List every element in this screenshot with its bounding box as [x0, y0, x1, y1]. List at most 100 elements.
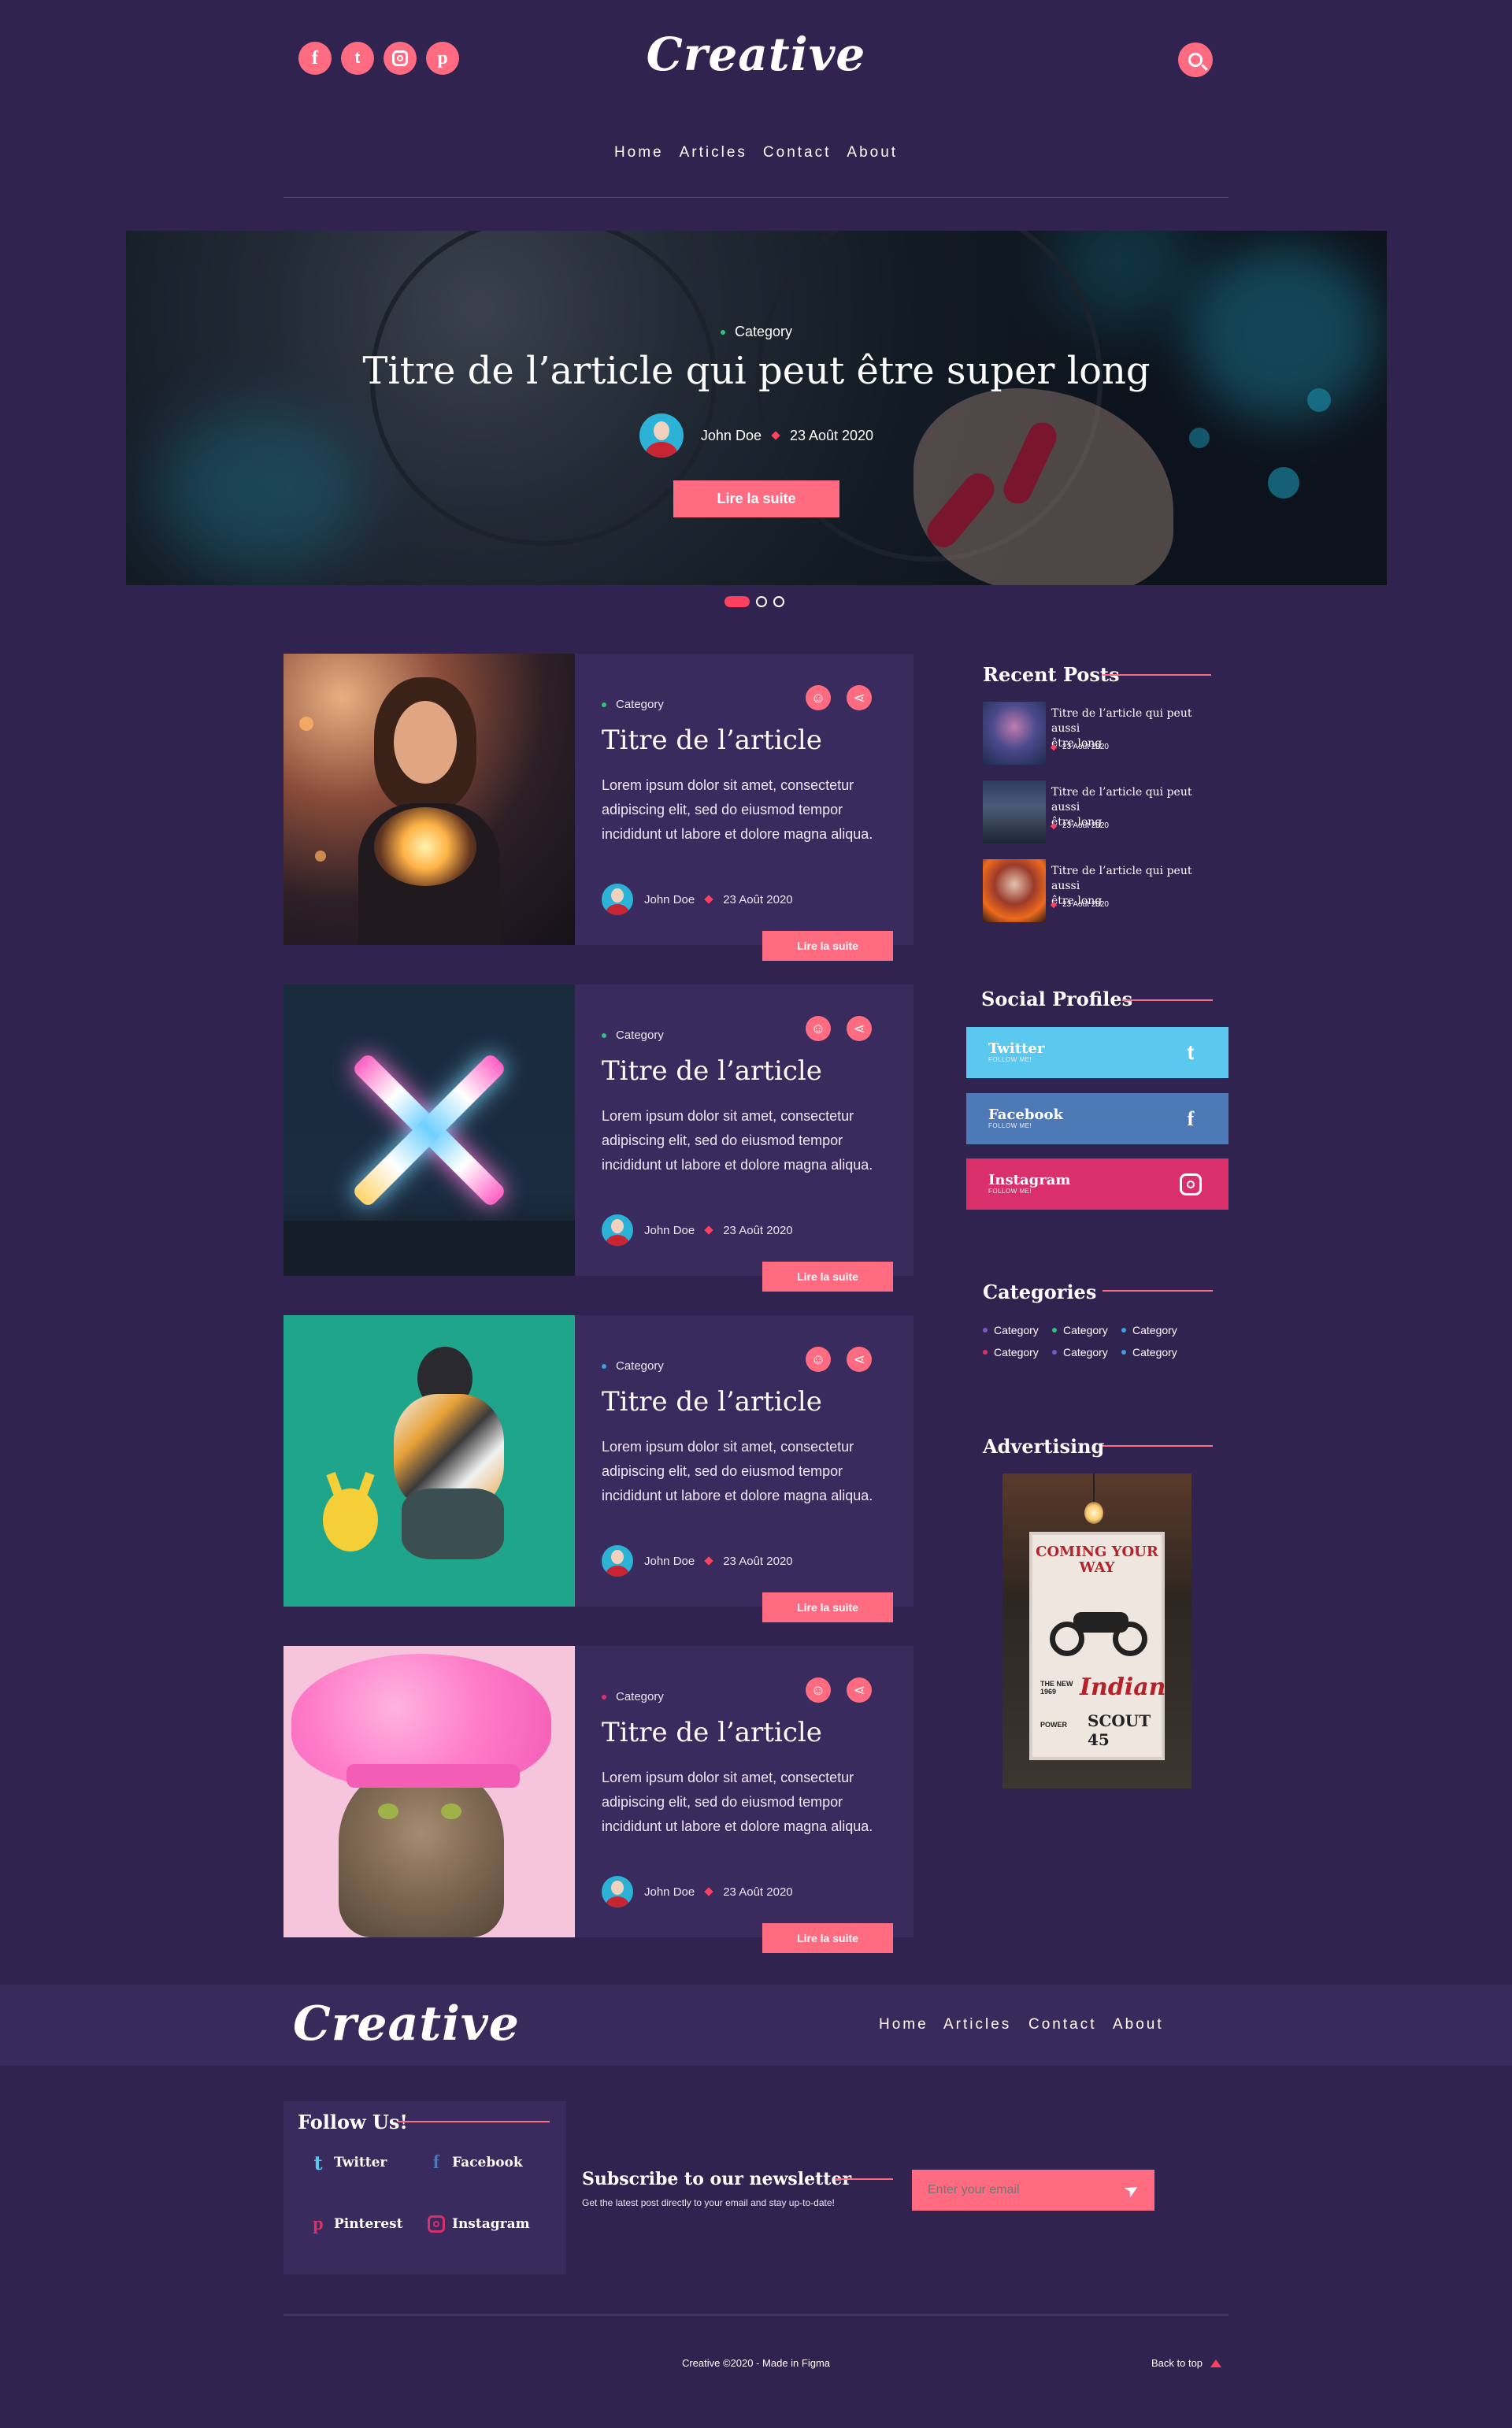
footer-nav-about[interactable]: About	[1113, 2016, 1164, 2033]
avatar	[602, 884, 633, 915]
recent-post[interactable]: Titre de l’article qui peut aussi être lo…	[983, 780, 1219, 843]
meta-separator	[704, 1887, 713, 1896]
hero-banner: Category Titre de l’article qui peut êtr…	[126, 231, 1387, 585]
hero-category[interactable]: Category	[126, 324, 1387, 340]
brand-logo[interactable]: Creative	[622, 28, 890, 81]
article-category[interactable]: Category	[602, 1690, 664, 1703]
read-more-button[interactable]: Lire la suite	[762, 1592, 893, 1622]
twitter-icon[interactable]: t	[341, 42, 374, 75]
title-underline	[1102, 1445, 1213, 1447]
article-date: 23 Août 2020	[723, 1885, 793, 1899]
instagram-icon[interactable]	[384, 42, 417, 75]
follow-twitter[interactable]: t Twitter	[307, 2152, 387, 2174]
article-card: ☺ ⋖ Category Titre de l’article Lorem ip…	[284, 1315, 914, 1622]
article-panel: ☺ ⋖ Category Titre de l’article Lorem ip…	[575, 1315, 914, 1607]
article-title[interactable]: Titre de l’article	[602, 725, 822, 756]
facebook-icon: f	[433, 2152, 439, 2173]
article-author[interactable]: John Doe	[644, 1224, 695, 1237]
comment-icon[interactable]: ☺	[806, 1347, 831, 1372]
footer-brand-logo[interactable]: Creative	[293, 1996, 520, 2052]
carousel-dot-1[interactable]	[724, 596, 750, 607]
social-profile-instagram[interactable]: Instagram FOLLOW ME!	[966, 1158, 1228, 1210]
recent-post-date: 23 Août 2020	[1050, 821, 1109, 830]
article-author[interactable]: John Doe	[644, 1885, 695, 1899]
hero-author[interactable]: John Doe	[701, 428, 762, 444]
advertising-banner[interactable]: COMING YOUR WAY THE NEW 1969 Indian POWE…	[1002, 1473, 1191, 1789]
send-icon[interactable]: ➤	[1120, 2178, 1143, 2203]
footer-nav-articles[interactable]: Articles	[943, 2016, 1011, 2033]
article-category[interactable]: Category	[602, 1359, 664, 1373]
category-link[interactable]: Category	[1052, 1346, 1108, 1359]
recent-post[interactable]: Titre de l’article qui peut aussi être lo…	[983, 859, 1219, 922]
pinterest-icon[interactable]: p	[426, 42, 459, 75]
recent-post-date: 23 Août 2020	[1050, 743, 1109, 751]
recent-post-date: 23 Août 2020	[1050, 900, 1109, 909]
follow-facebook[interactable]: f Facebook	[425, 2152, 523, 2174]
share-icon[interactable]: ⋖	[847, 1677, 872, 1703]
article-card: ☺ ⋖ Category Titre de l’article Lorem ip…	[284, 984, 914, 1292]
article-image[interactable]	[284, 1315, 575, 1607]
pinterest-icon: p	[313, 2213, 324, 2234]
share-icon[interactable]: ⋖	[847, 1016, 872, 1041]
article-excerpt: Lorem ipsum dolor sit amet, consectetur …	[602, 1770, 873, 1834]
article-image[interactable]	[284, 984, 575, 1276]
article-date: 23 Août 2020	[723, 1223, 793, 1237]
ad-headline: COMING YOUR WAY	[1036, 1544, 1158, 1576]
article-excerpt: Lorem ipsum dolor sit amet, consectetur …	[602, 1108, 873, 1173]
carousel-dot-2[interactable]	[756, 596, 767, 607]
nav-about[interactable]: About	[847, 144, 898, 161]
article-author[interactable]: John Doe	[644, 1555, 695, 1568]
recent-posts-title: Recent Posts	[983, 663, 1120, 686]
article-category[interactable]: Category	[602, 1029, 664, 1042]
avatar	[602, 1214, 633, 1246]
share-icon[interactable]: ⋖	[847, 685, 872, 710]
nav-contact[interactable]: Contact	[763, 144, 831, 161]
category-link[interactable]: Category	[1052, 1324, 1108, 1336]
carousel-dot-3[interactable]	[773, 596, 784, 607]
ad-power: POWER	[1040, 1721, 1068, 1729]
search-icon[interactable]	[1178, 43, 1213, 77]
footer-nav-home[interactable]: Home	[879, 2016, 928, 2033]
ad-brand: Indian	[1080, 1674, 1166, 1701]
follow-pinterest[interactable]: p Pinterest	[307, 2213, 402, 2235]
article-title[interactable]: Titre de l’article	[602, 1055, 822, 1087]
comment-icon[interactable]: ☺	[806, 1677, 831, 1703]
comment-icon[interactable]: ☺	[806, 1016, 831, 1041]
hero-read-more-button[interactable]: Lire la suite	[673, 480, 839, 517]
instagram-icon	[1178, 1172, 1203, 1197]
share-icon[interactable]: ⋖	[847, 1347, 872, 1372]
title-underline	[1102, 674, 1211, 676]
read-more-button[interactable]: Lire la suite	[762, 1262, 893, 1292]
category-link[interactable]: Category	[1121, 1324, 1177, 1336]
article-title[interactable]: Titre de l’article	[602, 1386, 822, 1418]
facebook-icon[interactable]: f	[298, 42, 332, 75]
article-title[interactable]: Titre de l’article	[602, 1717, 822, 1748]
follow-us-box: Follow Us! t Twitter f Facebook p Pinterest…	[284, 2101, 566, 2274]
social-profile-twitter[interactable]: Twitter FOLLOW ME! t	[966, 1027, 1228, 1078]
read-more-button[interactable]: Lire la suite	[762, 1923, 893, 1953]
hero-title[interactable]: Titre de l’article qui peut être super l…	[126, 349, 1387, 393]
article-card: ☺ ⋖ Category Titre de l’article Lorem ip…	[284, 1646, 914, 1953]
newsletter-text: Get the latest post directly to your ema…	[582, 2197, 835, 2208]
back-to-top[interactable]: Back to top	[1151, 2357, 1222, 2369]
recent-post-thumb[interactable]	[983, 859, 1046, 922]
social-profile-facebook[interactable]: Facebook FOLLOW ME! f	[966, 1093, 1228, 1144]
header-divider	[284, 197, 1228, 198]
follow-instagram[interactable]: Instagram	[425, 2213, 530, 2235]
nav-articles[interactable]: Articles	[680, 144, 747, 161]
article-category[interactable]: Category	[602, 698, 664, 711]
footer-nav-contact[interactable]: Contact	[1028, 2016, 1096, 2033]
recent-post-thumb[interactable]	[983, 702, 1046, 765]
category-link[interactable]: Category	[983, 1324, 1039, 1336]
article-author[interactable]: John Doe	[644, 893, 695, 906]
recent-post-thumb[interactable]	[983, 780, 1046, 843]
category-link[interactable]: Category	[983, 1346, 1039, 1359]
article-image[interactable]	[284, 654, 575, 945]
read-more-button[interactable]: Lire la suite	[762, 931, 893, 961]
recent-post[interactable]: Titre de l’article qui peut aussi être lo…	[983, 702, 1219, 765]
comment-icon[interactable]: ☺	[806, 685, 831, 710]
nav-home[interactable]: Home	[614, 144, 664, 161]
category-link[interactable]: Category	[1121, 1346, 1177, 1359]
email-input[interactable]	[928, 2183, 1125, 2197]
article-image[interactable]	[284, 1646, 575, 1937]
